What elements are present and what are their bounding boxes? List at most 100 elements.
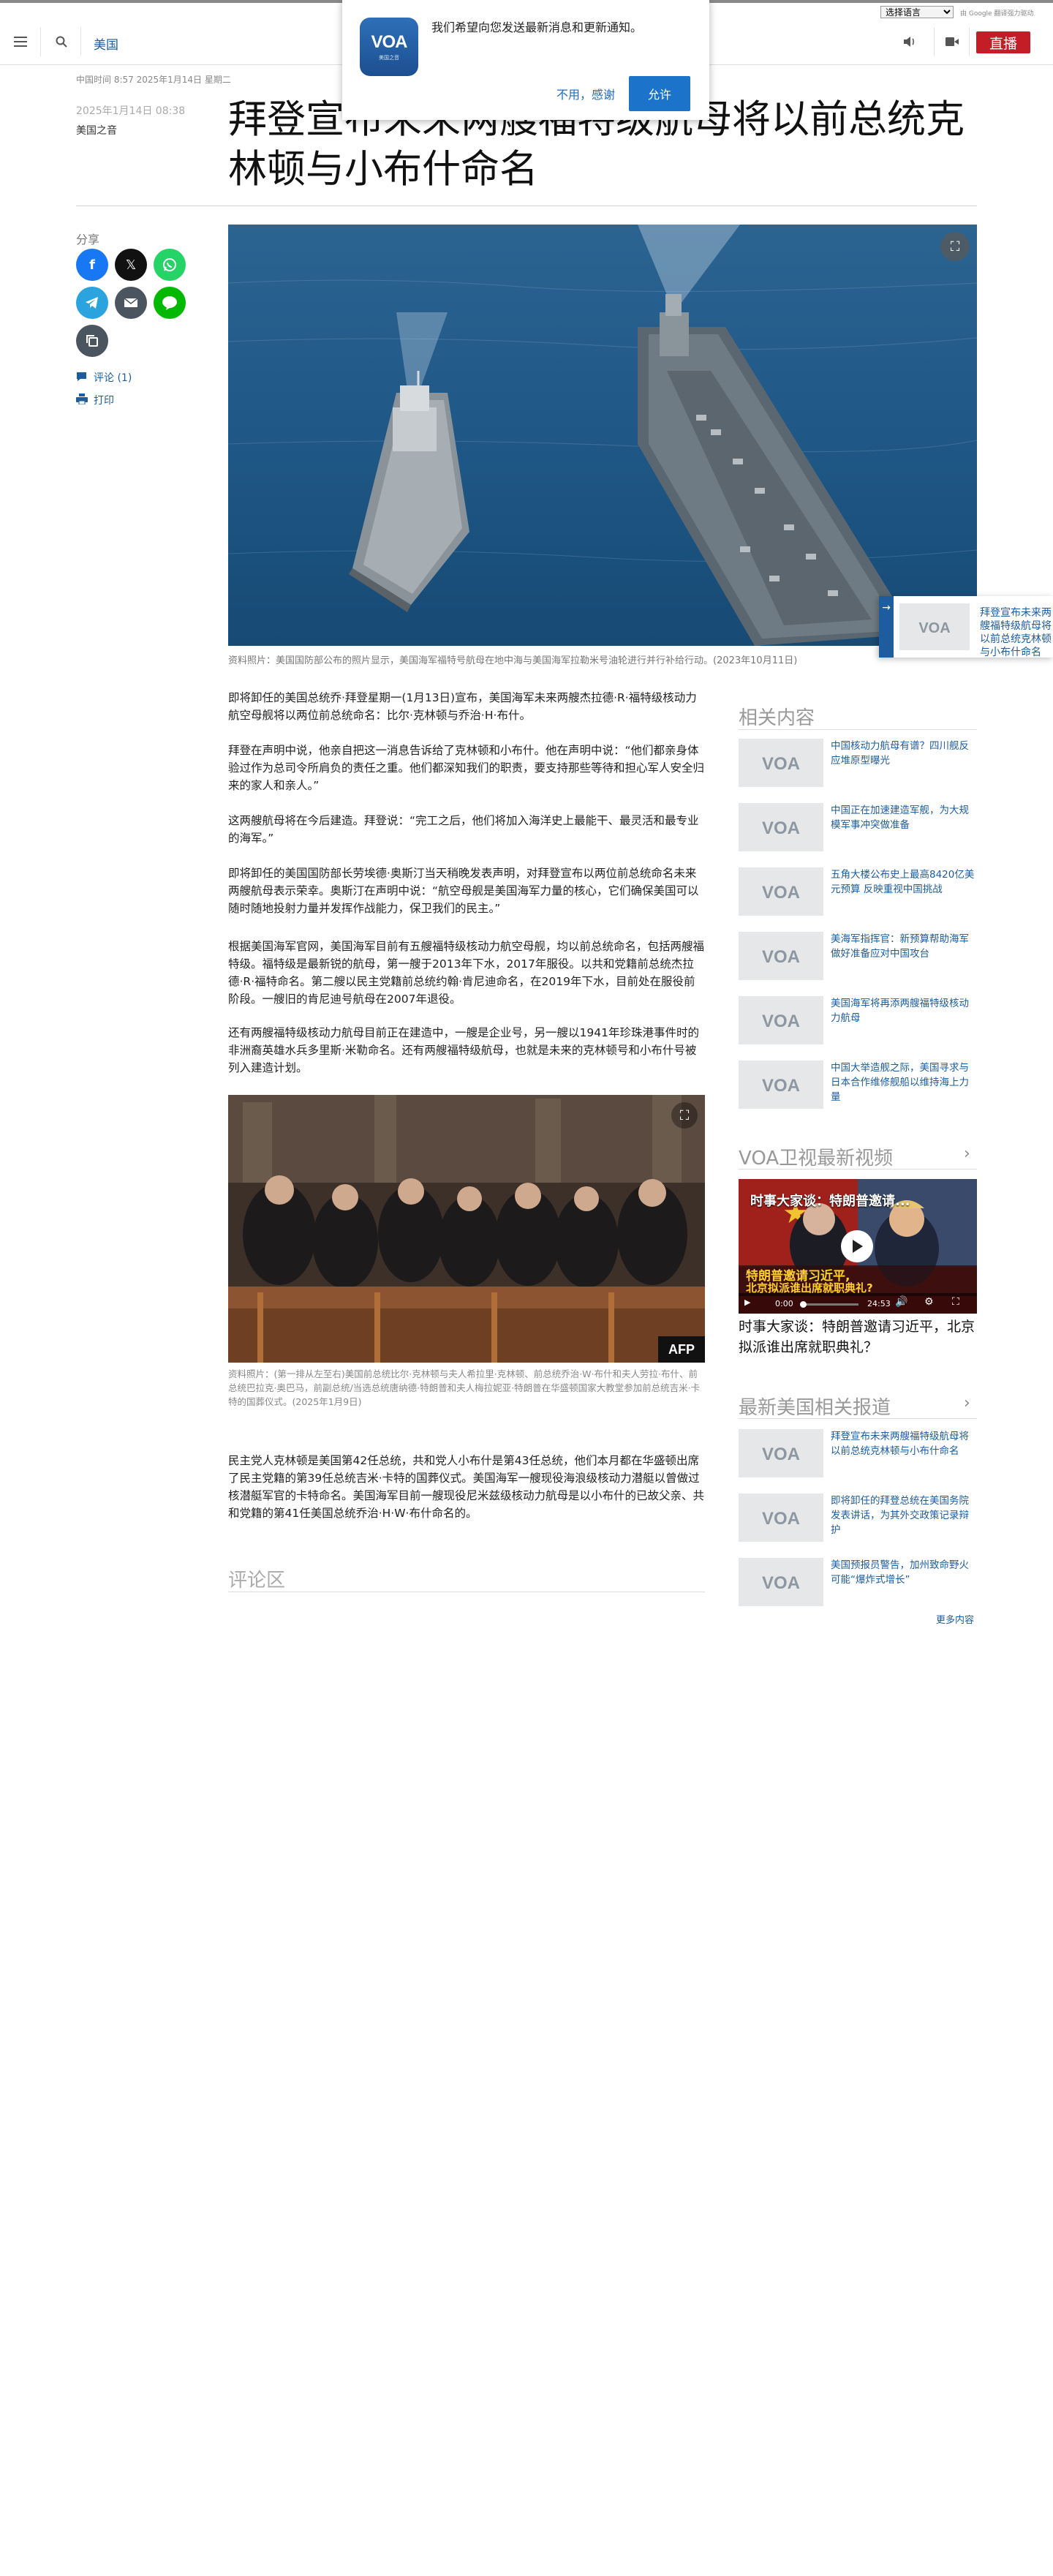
print-icon xyxy=(76,393,88,407)
list-item[interactable]: VOA 即将卸任的拜登总统在美国务院发表讲话，为其外交政策记录辩护 xyxy=(739,1494,977,1542)
funeral-photo: ⛶ AFP xyxy=(228,1095,705,1363)
paragraph: 根据美国海军官网，美国海军目前有五艘福特级核动力航空母舰，均以前总统命名，包括两… xyxy=(228,940,705,1006)
list-item-title: 美国预报员警告，加州致命野火可能“爆炸式增长” xyxy=(831,1559,969,1586)
whatsapp-icon xyxy=(163,258,176,271)
header-divider xyxy=(80,27,81,56)
thumbnail: VOA xyxy=(739,1061,823,1109)
svg-text:VOA: VOA xyxy=(762,818,800,838)
print-link[interactable]: 打印 xyxy=(76,393,114,407)
x-icon: 𝕏 xyxy=(125,257,137,273)
paragraph: 拜登在声明中说，他亲自把这一消息告诉给了克林顿和小布什。他在声明中说：“他们都亲… xyxy=(228,744,705,792)
print-link-label: 打印 xyxy=(94,395,114,407)
hero-caption: 资料照片：美国国防部公布的照片显示，美国海军福特号航母在地中海与美国海军拉勒米号… xyxy=(228,655,798,666)
list-item[interactable]: VOA 中国核动力航母有谱？四川舰反应堆原型曝光 xyxy=(739,739,977,787)
notification-popup: VOA 美国之音 我们希望向您发送最新消息和更新通知。 不用，感谢 允许 xyxy=(342,0,709,120)
section-link-usa[interactable]: 美国 xyxy=(94,34,118,53)
notification-allow-button[interactable]: 允许 xyxy=(629,76,690,111)
funeral-image xyxy=(228,1095,705,1363)
svg-text:VOA: VOA xyxy=(762,883,800,903)
play-button[interactable] xyxy=(841,1230,873,1262)
live-button[interactable]: 直播 xyxy=(976,31,1030,53)
settings-gear-icon[interactable]: ⚙ xyxy=(924,1296,934,1308)
voa-logo-subtitle: 美国之音 xyxy=(379,55,399,61)
svg-text:VOA: VOA xyxy=(762,947,800,967)
afp-credit: AFP xyxy=(658,1336,705,1363)
video-banner: 北京拟派谁出席就职典礼? xyxy=(746,1281,873,1295)
video-player[interactable]: ★ 时事大家谈：特朗普邀请... 特朗普邀请习近平, 北京拟派谁出席就职典礼? … xyxy=(739,1179,977,1314)
expand-icon: ⛶ xyxy=(679,1107,690,1123)
comments-link[interactable]: 评论 (1) xyxy=(76,370,132,385)
chevron-right-icon[interactable]: › xyxy=(964,1394,970,1412)
line-share-button[interactable] xyxy=(154,287,186,319)
thumbnail: VOA xyxy=(739,1558,823,1606)
list-item-title: 即将卸任的拜登总统在美国务院发表讲话，为其外交政策记录辩护 xyxy=(831,1495,969,1536)
svg-text:VOA: VOA xyxy=(762,1509,800,1529)
facebook-share-button[interactable]: f xyxy=(76,249,108,281)
whatsapp-share-button[interactable] xyxy=(154,249,186,281)
thumbnail: VOA xyxy=(739,803,823,851)
play-icon xyxy=(853,1240,863,1253)
list-item-title: 美国海军将再添两艘福特级核动力航母 xyxy=(831,998,969,1024)
collapse-arrow-icon[interactable]: → xyxy=(879,596,894,658)
audio-icon[interactable] xyxy=(899,31,920,52)
expand-icon: ⛶ xyxy=(950,238,960,255)
comments-link-label: 评论 (1) xyxy=(94,372,132,384)
list-item[interactable]: VOA 拜登宣布未来两艘福特级航母将以前总统克林顿与小布什命名 xyxy=(739,1429,977,1477)
video-icon[interactable] xyxy=(942,31,962,52)
latest-heading[interactable]: 最新美国相关报道 xyxy=(739,1393,891,1420)
video-duration: 24:53 xyxy=(867,1299,891,1308)
play-small-icon[interactable]: ▶ xyxy=(744,1298,750,1307)
funeral-photo-caption: 资料照片：(第一排从左至右)美国前总统比尔·克林顿与夫人希拉里·克林顿、前总统乔… xyxy=(228,1368,701,1407)
svg-text:VOA: VOA xyxy=(762,1573,800,1593)
video-scrubber[interactable] xyxy=(800,1301,807,1308)
chevron-right-icon[interactable]: › xyxy=(964,1145,970,1163)
list-item-title: 中国大举造舰之际，美国寻求与日本合作维修舰船以维持海上力量 xyxy=(831,1062,969,1103)
video-progress-bar[interactable] xyxy=(800,1301,858,1308)
video-overlay-title: 时事大家谈：特朗普邀请... xyxy=(750,1194,910,1209)
svg-text:VOA: VOA xyxy=(762,754,800,774)
fullscreen-icon[interactable]: ⛶ xyxy=(952,1296,959,1308)
video-title[interactable]: 时事大家谈：特朗普邀请习近平，北京拟派谁出席就职典礼？ xyxy=(739,1317,977,1357)
fullscreen-button[interactable]: ⛶ xyxy=(671,1102,698,1129)
divider xyxy=(739,729,977,730)
video-section-heading[interactable]: VOA卫视最新视频 xyxy=(739,1143,893,1170)
header-divider xyxy=(934,27,935,56)
email-share-button[interactable] xyxy=(115,287,147,319)
notification-cancel-button[interactable]: 不用，感谢 xyxy=(538,76,633,111)
list-item[interactable]: VOA 五角大楼公布史上最高8420亿美元预算 反映重视中国挑战 xyxy=(739,867,977,916)
thumbnail: VOA xyxy=(739,1494,823,1542)
svg-text:VOA: VOA xyxy=(762,1445,800,1464)
divider xyxy=(739,1169,977,1170)
list-item-title: 中国正在加速建造军舰，为大规模军事冲突做准备 xyxy=(831,805,969,831)
svg-text:VOA: VOA xyxy=(918,620,950,636)
list-item[interactable]: VOA 中国正在加速建造军舰，为大规模军事冲突做准备 xyxy=(739,803,977,851)
list-item[interactable]: VOA 美国预报员警告，加州致命野火可能“爆炸式增长” xyxy=(739,1558,977,1606)
telegram-share-button[interactable] xyxy=(76,287,108,319)
thumbnail: VOA xyxy=(739,996,823,1044)
volume-icon[interactable]: 🔊 xyxy=(895,1296,907,1308)
x-share-button[interactable]: 𝕏 xyxy=(115,249,147,281)
floating-card-title: 拜登宣布未来两艘福特级航母将以前总统克林顿与小布什命名 xyxy=(980,607,1052,658)
list-item-title: 美海军指挥官：新预算帮助海军做好准备应对中国攻台 xyxy=(831,933,969,960)
share-label: 分享 xyxy=(76,233,100,246)
email-icon xyxy=(124,298,138,307)
divider xyxy=(739,1418,977,1419)
floating-article-card[interactable]: → VOA 拜登宣布未来两艘福特级航母将以前总统克林顿与小布什命名 xyxy=(879,596,1053,658)
language-select[interactable]: 选择语言 xyxy=(880,6,954,18)
telegram-icon xyxy=(86,297,98,309)
paragraph: 这两艘航母将在今后建造。拜登说：“完工之后，他们将加入海洋史上最能干、最灵活和最… xyxy=(228,814,699,845)
list-item[interactable]: VOA 中国大举造舰之际，美国寻求与日本合作维修舰船以维持海上力量 xyxy=(739,1061,977,1109)
facebook-icon: f xyxy=(89,257,95,273)
list-item[interactable]: VOA 美国海军将再添两艘福特级核动力航母 xyxy=(739,996,977,1044)
more-content-link[interactable]: 更多内容 xyxy=(936,1612,974,1626)
fullscreen-button[interactable]: ⛶ xyxy=(940,232,970,261)
voa-logo-text: VOA xyxy=(371,32,407,52)
copy-link-button[interactable] xyxy=(76,325,108,357)
header-divider xyxy=(40,27,41,56)
search-icon[interactable] xyxy=(51,31,72,52)
thumbnail: VOA xyxy=(739,932,823,980)
menu-icon[interactable] xyxy=(10,31,31,52)
list-item[interactable]: VOA 美海军指挥官：新预算帮助海军做好准备应对中国攻台 xyxy=(739,932,977,980)
related-heading: 相关内容 xyxy=(739,707,815,729)
thumbnail: VOA xyxy=(739,739,823,787)
